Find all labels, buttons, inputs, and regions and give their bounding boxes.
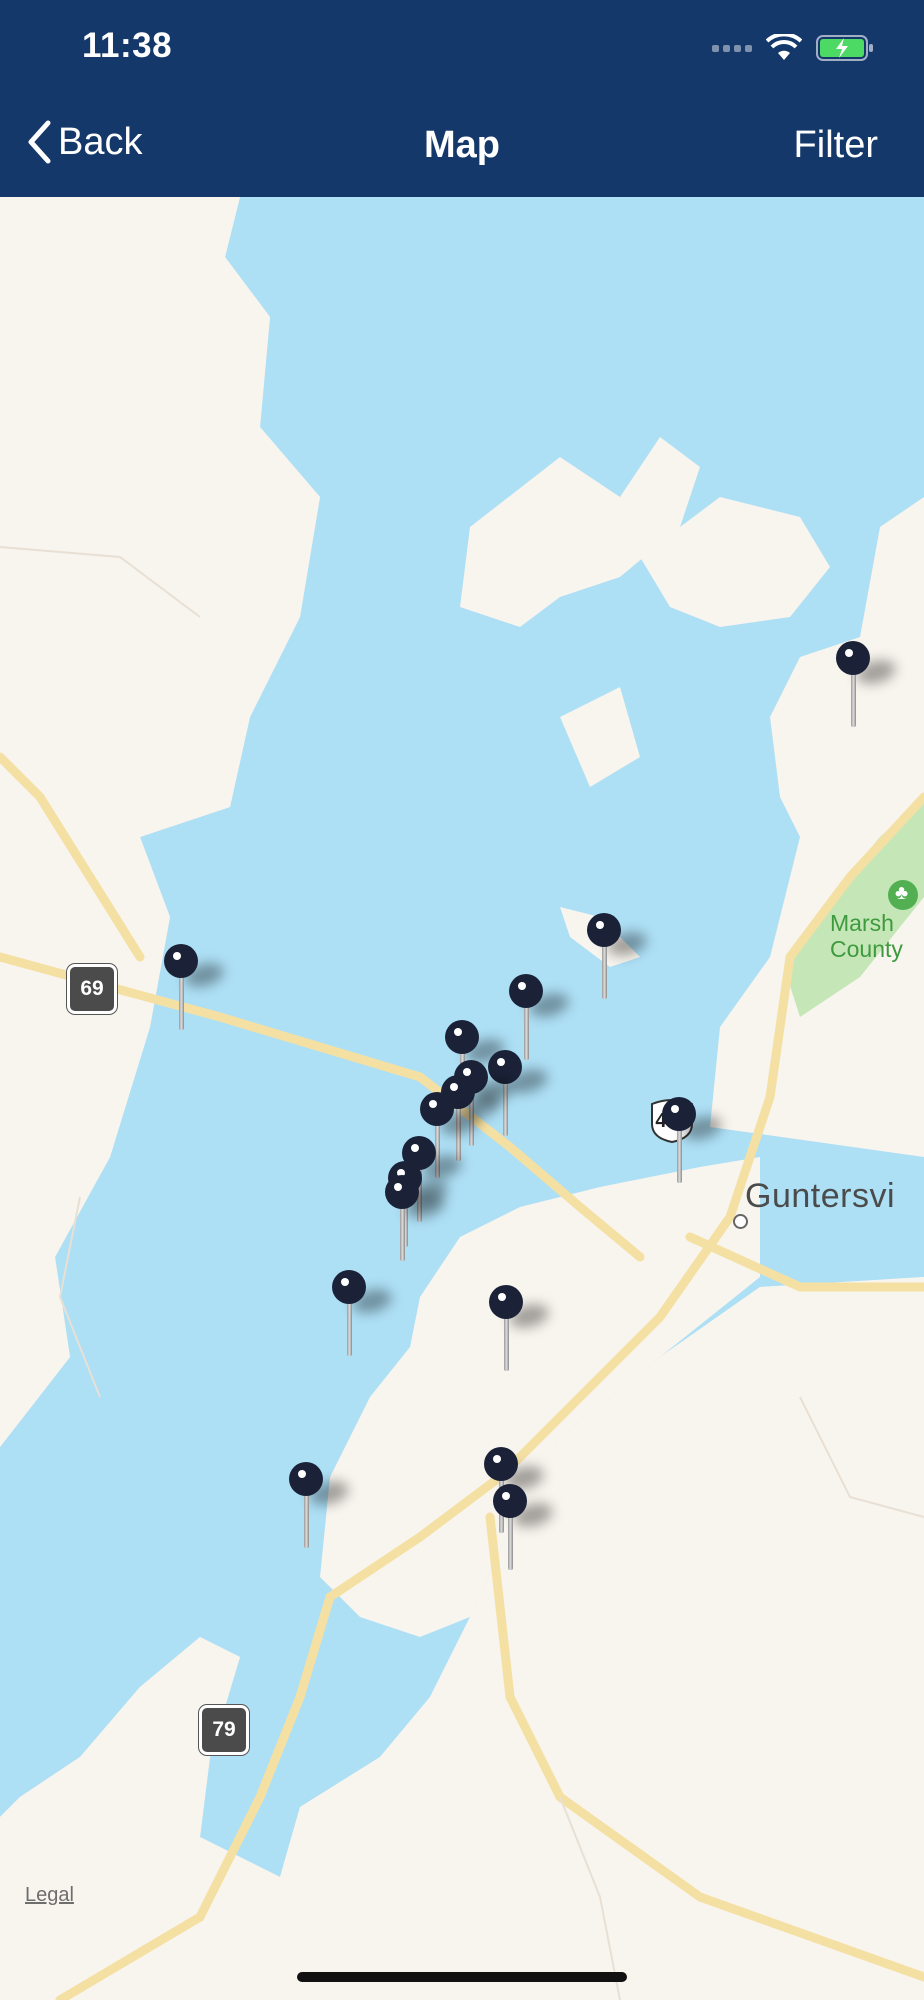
legal-link[interactable]: Legal [25, 1884, 74, 1907]
map-pin[interactable] [287, 1462, 352, 1562]
map-pin[interactable] [585, 913, 650, 1013]
status-time: 11:38 [82, 26, 173, 65]
filter-button[interactable]: Filter [794, 124, 878, 167]
park-icon [888, 880, 918, 910]
park-label-line2: County [830, 936, 903, 962]
status-icons [712, 34, 876, 62]
nav-header: 11:38 Back Map Filter [0, 0, 924, 197]
map-pin[interactable] [330, 1270, 395, 1370]
cellular-signal-icon [712, 44, 752, 52]
map-pin[interactable] [834, 641, 899, 741]
park-label-line1: Marsh [830, 910, 894, 936]
city-marker [733, 1214, 748, 1229]
route-69-sign: 69 [67, 964, 117, 1014]
map-view[interactable]: Marsh County Guntersvi 69 79 431 Legal [0, 197, 924, 2000]
map-pin[interactable] [383, 1175, 448, 1275]
map-pin[interactable] [491, 1484, 556, 1584]
home-indicator [297, 1972, 627, 1982]
battery-charging-icon [816, 35, 873, 61]
wifi-icon [766, 34, 802, 60]
route-79-sign: 79 [199, 1705, 249, 1755]
map-pin[interactable] [660, 1097, 725, 1197]
map-pin[interactable] [487, 1285, 552, 1385]
page-title: Map [424, 124, 500, 166]
map-pin[interactable] [162, 944, 227, 1044]
park-label: Marsh County [830, 910, 903, 962]
city-label: Guntersvi [745, 1177, 895, 1215]
